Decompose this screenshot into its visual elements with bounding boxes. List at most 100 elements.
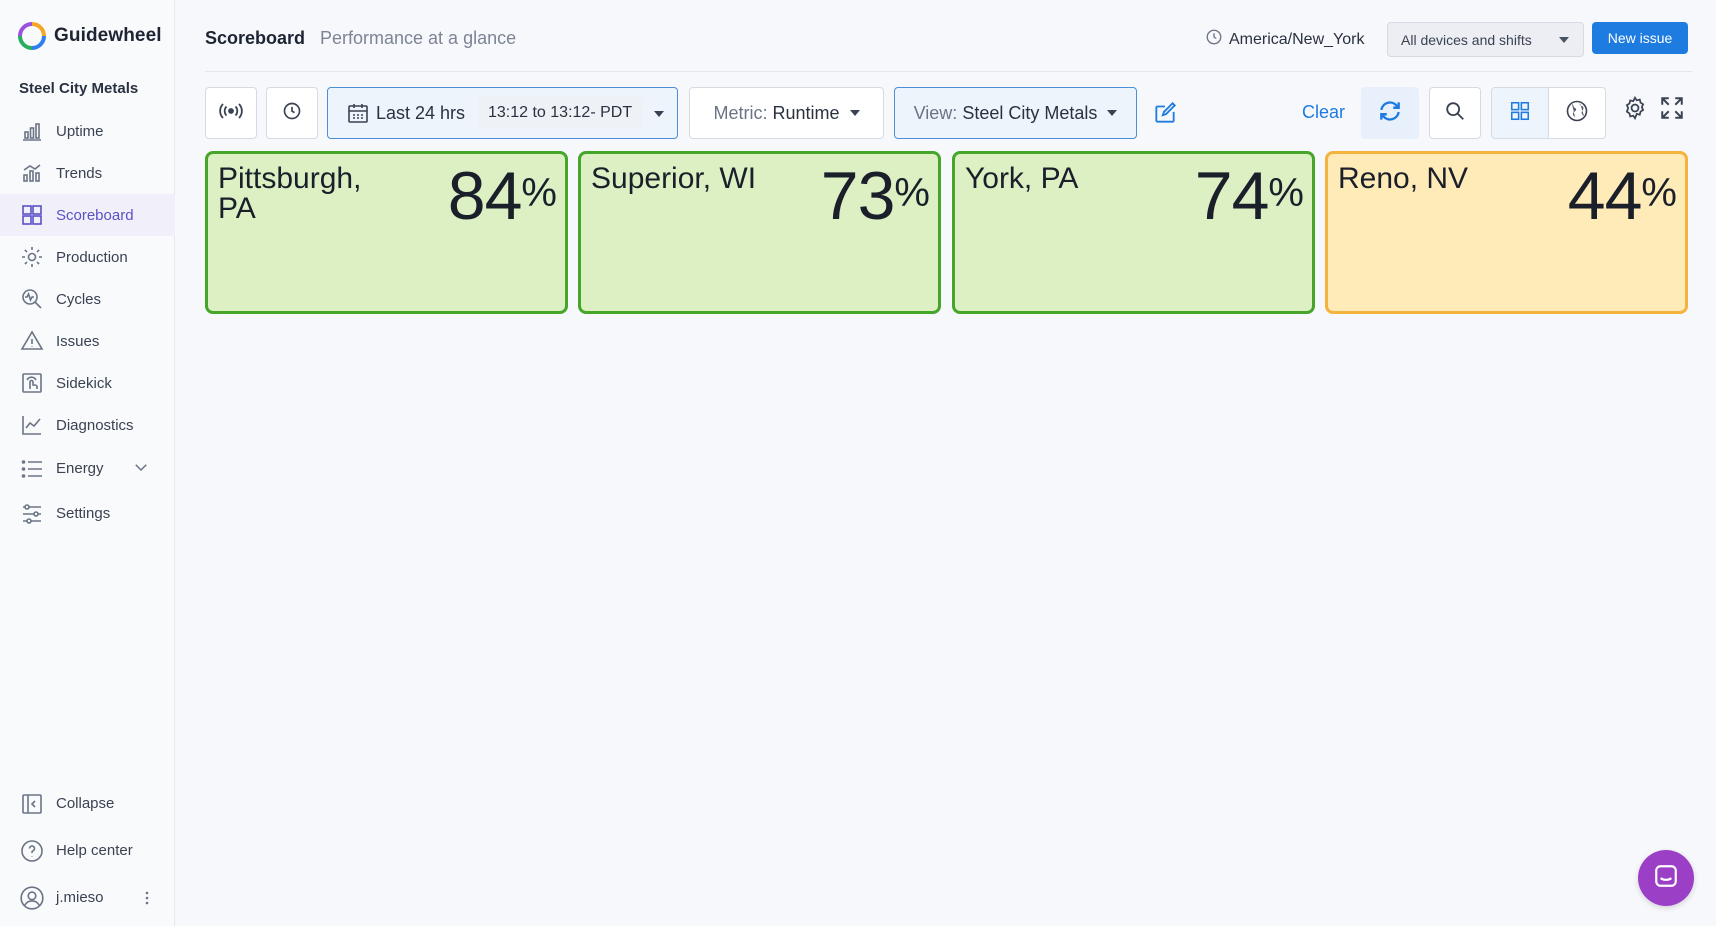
app: Guidewheel Steel City Metals Uptime Tren… — [0, 0, 1716, 926]
collapse-label: Collapse — [56, 795, 115, 812]
clear-link[interactable]: Clear — [1302, 102, 1345, 123]
sidebar-item-label: Energy — [56, 460, 104, 477]
org-name: Steel City Metals — [19, 80, 139, 97]
caret-down-icon — [849, 110, 860, 116]
metric-select[interactable]: Metric: Runtime — [689, 87, 884, 139]
sidebar-item-trends[interactable]: Trends — [0, 152, 175, 194]
sidebar-item-label: Sidekick — [56, 374, 112, 392]
sidebar-bottom: Collapse Help center j.mieso — [0, 780, 175, 921]
card-value: 84 % — [448, 160, 557, 232]
brand-name: Guidewheel — [54, 25, 162, 46]
devices-select[interactable]: All devices and shifts — [1387, 22, 1584, 57]
sidebar-item-label: Trends — [56, 164, 103, 182]
refresh-icon — [1377, 98, 1403, 129]
clock-icon — [282, 101, 302, 126]
search-button[interactable] — [1429, 87, 1481, 139]
scoreboard-card[interactable]: York, PA 74 % — [952, 151, 1315, 314]
scoreboard-cards: Pittsburgh, PA 84 % Superior, WI 73 % Yo… — [205, 151, 1692, 314]
brand[interactable]: Guidewheel — [18, 22, 162, 50]
card-location: Pittsburgh, PA — [218, 162, 362, 225]
sidebar-item-sidekick[interactable]: Sidekick — [0, 362, 175, 404]
card-value-number: 74 — [1194, 158, 1270, 234]
sidekick-icon — [19, 370, 45, 396]
view-key: View: — [913, 102, 958, 123]
card-value: 74 % — [1195, 160, 1304, 232]
sidebar-item-label: Uptime — [56, 122, 104, 140]
collapse-button[interactable]: Collapse — [0, 780, 175, 827]
date-range-time: 13:12 to 13:12- PDT — [478, 97, 643, 129]
fullscreen-icon[interactable] — [1655, 91, 1689, 125]
chat-icon — [1653, 863, 1679, 894]
cycles-icon — [19, 286, 45, 312]
sidebar-item-settings[interactable]: Settings — [0, 491, 175, 536]
view-select-label: View: Steel City Metals — [914, 103, 1098, 124]
map-view-toggle[interactable] — [1548, 87, 1606, 139]
card-value-number: 84 — [447, 158, 523, 234]
toolbar: Last 24 hrs 13:12 to 13:12- PDT Metric: … — [205, 87, 1692, 139]
devices-select-value: All devices and shifts — [1401, 31, 1532, 48]
sidebar-item-cycles[interactable]: Cycles — [0, 278, 175, 320]
user-profile[interactable]: j.mieso — [0, 874, 175, 921]
metric-key: Metric: — [713, 102, 768, 123]
sidebar-item-issues[interactable]: Issues — [0, 320, 175, 362]
card-location: York, PA — [965, 162, 1079, 195]
timezone-display[interactable]: America/New_York — [1205, 28, 1364, 51]
date-range-picker[interactable]: Last 24 hrs 13:12 to 13:12- PDT — [327, 87, 678, 139]
bar-chart-icon — [19, 118, 45, 144]
calendar-icon — [346, 101, 370, 130]
sidebar-item-label: Cycles — [56, 290, 102, 308]
collapse-icon — [19, 791, 45, 817]
caret-down-icon — [1107, 110, 1118, 116]
sidebar-item-diagnostics[interactable]: Diagnostics — [0, 404, 175, 446]
view-value: Steel City Metals — [962, 102, 1098, 123]
scoreboard-card[interactable]: Superior, WI 73 % — [578, 151, 941, 314]
date-range-label: Last 24 hrs — [376, 103, 466, 123]
card-value: 73 % — [821, 160, 930, 232]
more-vertical-icon[interactable] — [140, 874, 154, 921]
history-button[interactable] — [266, 87, 318, 139]
edit-view-icon[interactable] — [1148, 96, 1182, 130]
sidebar-item-uptime[interactable]: Uptime — [0, 110, 175, 152]
live-button[interactable] — [205, 87, 257, 139]
metric-select-label: Metric: Runtime — [713, 103, 839, 124]
sidebar-item-label: Production — [56, 248, 128, 266]
user-name: j.mieso — [56, 889, 104, 906]
card-value-number: 44 — [1567, 158, 1643, 234]
scoreboard-card[interactable]: Reno, NV 44 % — [1325, 151, 1688, 314]
card-value-unit: % — [521, 171, 557, 215]
card-value: 44 % — [1568, 160, 1677, 232]
sidebar-item-label: Issues — [56, 332, 100, 350]
grid-icon — [1509, 100, 1531, 127]
settings-gear-icon[interactable] — [1618, 91, 1652, 125]
warning-icon — [19, 328, 45, 354]
sidebar-item-production[interactable]: Production — [0, 236, 175, 278]
caret-down-icon — [654, 111, 664, 117]
card-value-number: 73 — [820, 158, 896, 234]
sidebar-item-label: Scoreboard — [56, 206, 134, 224]
grid-icon — [19, 202, 45, 228]
card-location: Superior, WI — [591, 162, 757, 195]
card-value-unit: % — [1641, 171, 1677, 215]
guidewheel-logo-icon — [18, 22, 46, 50]
chat-launcher-button[interactable] — [1638, 850, 1694, 906]
sidebar-item-energy[interactable]: Energy — [0, 446, 175, 491]
gear-icon — [19, 244, 45, 270]
chevron-down-icon[interactable] — [132, 458, 150, 481]
list-icon — [19, 456, 45, 482]
view-select[interactable]: View: Steel City Metals — [894, 87, 1137, 139]
refresh-button[interactable] — [1361, 87, 1419, 139]
page-subtitle: Performance at a glance — [320, 28, 517, 48]
scoreboard-card[interactable]: Pittsburgh, PA 84 % — [205, 151, 568, 314]
line-chart-icon — [19, 412, 45, 438]
card-value-unit: % — [894, 171, 930, 215]
grid-view-toggle[interactable] — [1491, 87, 1549, 139]
help-center-link[interactable]: Help center — [0, 827, 175, 874]
sidebar: Guidewheel Steel City Metals Uptime Tren… — [0, 0, 175, 926]
trends-icon — [19, 160, 45, 186]
new-issue-button[interactable]: New issue — [1592, 22, 1688, 54]
sidebar-item-label: Settings — [56, 505, 111, 522]
sidebar-item-label: Diagnostics — [56, 416, 134, 434]
help-icon — [19, 838, 45, 864]
sidebar-item-scoreboard[interactable]: Scoreboard — [0, 194, 175, 236]
card-value-unit: % — [1268, 171, 1304, 215]
